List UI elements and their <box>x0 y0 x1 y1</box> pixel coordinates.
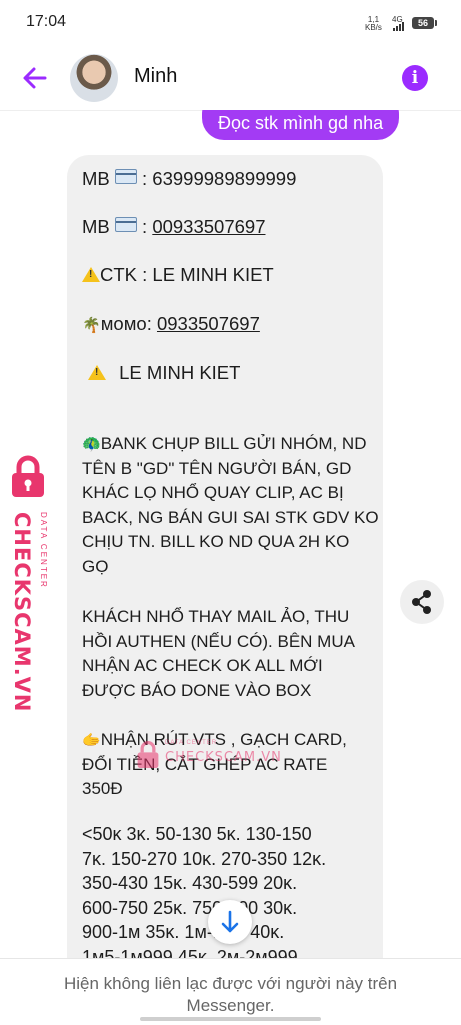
unavailable-notice: Hiện không liên lạc được với người này t… <box>63 974 398 1015</box>
back-button[interactable] <box>18 61 52 95</box>
rules-paragraph-1: 🦚BANK CHỤP BILL GỬI NHÓM, ND TÊN B "GD" … <box>82 432 379 579</box>
text-line: NHẬN AC CHECK OK ALL MỚI <box>82 656 323 675</box>
credit-card-icon <box>114 217 137 232</box>
message-list[interactable]: Đọc stk mình gd nha MB : 63999989899999 … <box>0 110 461 960</box>
arrow-left-icon <box>23 67 47 89</box>
account-holder-line: CTK : LE MINH KIET <box>82 264 274 286</box>
text-line: ĐƯỢC BÁO DONE VÀO BOX <box>82 680 312 700</box>
separator: : <box>142 216 153 237</box>
watermark-subtitle: DATA CENTER <box>39 512 48 589</box>
watermark-text: DATA CENTER CHECKSCAM.VN <box>10 512 48 713</box>
contact-name[interactable]: Minh <box>134 65 177 88</box>
text-line: GỌ <box>82 556 109 576</box>
palm-tree-icon: 🌴 <box>82 316 101 334</box>
checkscam-watermark-center: DATA CENTER CHECKSCAM.VN <box>135 740 281 775</box>
momo-holder-line: LE MINH KIET <box>88 362 240 384</box>
bank-name: MB <box>82 216 110 237</box>
status-bar: 17:04 1,1 KB/s 4G 56 <box>0 0 461 46</box>
conversation-header: Minh i <box>0 46 461 111</box>
network-speed-unit: KB/s <box>365 23 382 32</box>
watermark-brand: CHECKSCAM.VN <box>165 750 282 765</box>
text-line: CHỊU TN. BILL KO ND QUA 2H KO <box>82 532 350 551</box>
phone-link[interactable]: 0933507697 <box>157 313 260 334</box>
phone-link[interactable]: 00933507697 <box>152 216 265 237</box>
status-time: 17:04 <box>26 13 67 30</box>
account-line-2: MB : 00933507697 <box>82 216 266 238</box>
text-line: 350Đ <box>82 779 123 798</box>
watermark-brand: CHECKSCAM.VN <box>10 512 34 713</box>
price-line: <50ᴋ 3ᴋ. 50-130 5ᴋ. 130-150 <box>82 824 312 844</box>
price-line: 600-750 25ᴋ. 750-900 30ᴋ. <box>82 897 298 918</box>
text-line: HỒI AUTHEN (NẾU CÓ). BÊN MUA <box>82 631 355 651</box>
price-line: 900-1ᴍ 35ᴋ. 1ᴍ-1ᴍ5 40ᴋ. <box>82 922 285 942</box>
network-speed: 1,1 KB/s <box>365 16 382 32</box>
arrow-down-icon <box>221 910 239 933</box>
lock-icon <box>137 741 159 768</box>
sent-message-bubble[interactable]: Đọc stk mình gd nha <box>202 110 400 140</box>
text-line: KHÁCH NHỔ THAY MAIL ẢO, THU <box>82 607 350 626</box>
share-button[interactable] <box>400 580 444 624</box>
account-number-1: : 63999989899999 <box>142 168 297 189</box>
price-line: 350-430 15ᴋ. 430-599 20ᴋ. <box>82 873 298 893</box>
home-indicator[interactable] <box>140 1017 321 1021</box>
battery-icon: 56 <box>412 17 437 29</box>
account-line-1: MB : 63999989899999 <box>82 168 296 190</box>
info-icon: i <box>411 68 419 88</box>
share-icon <box>412 590 431 614</box>
handshake-icon: 🫱 <box>82 731 101 749</box>
text-line: BACK, NG BÁN GUI SAI STK GDV KO <box>82 507 379 527</box>
text-line: KHÁC LỌ NHỔ QUAY CLIP, AC BỊ <box>82 483 344 502</box>
avatar[interactable] <box>70 54 118 102</box>
warning-icon <box>82 267 100 282</box>
price-line: 7ᴋ. 150-270 10ᴋ. 270-350 12ᴋ. <box>82 848 327 869</box>
info-button[interactable]: i <box>402 65 428 91</box>
scroll-to-bottom-button[interactable] <box>208 900 252 944</box>
account-holder: CTK : LE MINH KIET <box>100 264 274 285</box>
text-line: TÊN B "GD" TÊN NGƯỜI BÁN, GD <box>82 458 352 478</box>
checkscam-watermark: DATA CENTER CHECKSCAM.VN <box>2 455 54 713</box>
lock-icon <box>12 455 44 497</box>
warning-icon <box>88 365 106 380</box>
watermark-subtitle: DATA CENTER <box>165 740 218 746</box>
rules-paragraph-2: KHÁCH NHỔ THAY MAIL ẢO, THU HỒI AUTHEN (… <box>82 605 355 703</box>
momo-line: 🌴ᴍᴏᴍᴏ: 0933507697 <box>82 313 260 335</box>
peacock-icon: 🦚 <box>82 435 101 453</box>
signal-icon <box>393 22 407 31</box>
unavailable-notice-bar: Hiện không liên lạc được với người này t… <box>0 958 461 1025</box>
price-list: <50ᴋ 3ᴋ. 50-130 5ᴋ. 130-150 7ᴋ. 150-270 … <box>82 822 326 960</box>
text-line: BANK CHỤP BILL GỬI NHÓM, ND <box>100 434 367 453</box>
bank-name: MB <box>82 168 110 189</box>
momo-holder: LE MINH KIET <box>119 362 241 383</box>
credit-card-icon <box>114 169 137 184</box>
momo-label: ᴍᴏᴍᴏ: <box>100 313 157 334</box>
